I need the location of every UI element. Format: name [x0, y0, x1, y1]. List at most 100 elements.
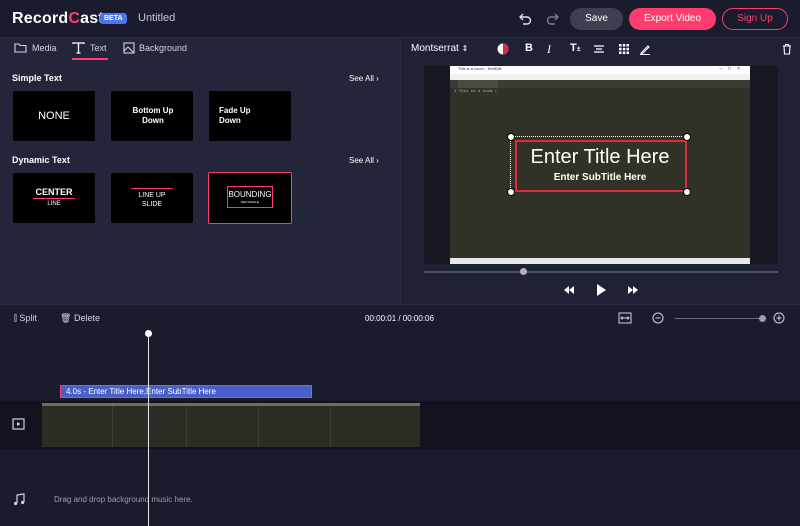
simple-text-see-all[interactable]: See All ›	[349, 74, 379, 83]
timeline-toolbar: ⫿ Split 🗑 Delete 00:00:01 / 00:00:06	[0, 305, 800, 331]
document-title[interactable]: Untitled	[138, 12, 175, 24]
redo-icon[interactable]	[545, 11, 561, 27]
simple-text-heading: Simple Text	[12, 73, 62, 83]
export-video-button[interactable]: Export Video	[629, 8, 716, 30]
text-style-card[interactable]: Fade Up Down	[209, 91, 291, 141]
italic-icon[interactable]: I	[547, 42, 559, 56]
see-all-label: See All	[349, 156, 374, 165]
text-style-card-selected[interactable]: BOUNDING RECTANGLE	[208, 172, 292, 224]
text-icon	[72, 42, 85, 54]
editor-tab-row	[450, 80, 750, 88]
card-sublabel: SLIDE	[141, 201, 163, 208]
zoom-slider[interactable]	[675, 318, 765, 319]
playback-progress-handle[interactable]	[520, 268, 527, 275]
split-button[interactable]: ⫿ Split	[14, 313, 37, 324]
clip-top-strip	[42, 403, 420, 406]
resize-handle[interactable]	[507, 188, 515, 196]
tab-text-label: Text	[90, 43, 107, 53]
play-icon[interactable]	[595, 283, 607, 297]
sort-arrows-icon: ⇕	[461, 44, 469, 53]
video-preview[interactable]: This is a coom - TextEdit –□× 1 This is …	[424, 66, 778, 264]
text-size-icon[interactable]: T±	[570, 42, 582, 54]
sign-up-button[interactable]: Sign Up	[722, 8, 788, 30]
resize-handle[interactable]	[507, 133, 515, 141]
resize-handle[interactable]	[683, 188, 691, 196]
grid-icon[interactable]	[618, 43, 630, 55]
tab-media[interactable]: Media	[14, 42, 64, 60]
timeline: ⫿ Split 🗑 Delete 00:00:01 / 00:00:06 4.0…	[0, 304, 800, 526]
card-label: Bottom Up Down	[132, 106, 174, 125]
chevron-right-icon: ›	[376, 156, 379, 165]
trash-icon: 🗑	[60, 313, 72, 323]
undo-icon[interactable]	[517, 11, 533, 27]
chevron-right-icon: ›	[376, 74, 379, 83]
card-label: BOUNDING	[228, 190, 272, 199]
card-line	[131, 188, 173, 189]
text-style-card[interactable]: Bottom Up Down	[111, 91, 193, 141]
resize-handle[interactable]	[683, 133, 691, 141]
logo-part-1: Record	[12, 10, 69, 27]
folder-icon	[14, 43, 27, 53]
editor-tab	[458, 80, 498, 88]
trash-icon[interactable]	[781, 43, 793, 55]
editor-text-line: 1 This is a coom |	[454, 90, 498, 94]
split-label: Split	[19, 313, 37, 323]
bold-icon[interactable]: B	[525, 42, 537, 54]
font-select[interactable]: Montserrat ⇕	[411, 43, 468, 54]
text-clip[interactable]: 4.0s - Enter Title Here,Enter SubTitle H…	[60, 385, 312, 398]
card-label: Fade Up Down	[219, 106, 251, 125]
fit-width-icon[interactable]	[618, 312, 632, 324]
pen-icon[interactable]	[639, 43, 651, 55]
clip-frame-divider	[186, 403, 187, 447]
text-panel: Media Text Background Simple Text See Al…	[0, 38, 400, 304]
playhead[interactable]	[148, 331, 149, 526]
beta-badge: BETA	[100, 13, 127, 24]
text-style-card[interactable]: CENTER LINE	[13, 173, 95, 223]
align-center-icon[interactable]	[593, 43, 605, 55]
clip-frame-divider	[112, 403, 113, 447]
zoom-slider-handle[interactable]	[759, 315, 766, 322]
playback-progress-bar[interactable]	[424, 271, 778, 273]
delete-label: Delete	[73, 313, 100, 323]
delete-button[interactable]: 🗑 Delete	[60, 313, 100, 324]
panel-tabs: Media Text Background	[0, 38, 400, 60]
clip-frame-divider	[258, 403, 259, 447]
see-all-label: See All	[349, 74, 374, 83]
logo-part-2: C	[68, 10, 81, 27]
split-icon: ⫿	[14, 313, 17, 323]
clip-frame-divider	[330, 403, 331, 447]
playhead-handle[interactable]	[145, 330, 152, 337]
card-sublabel: RECTANGLE	[240, 200, 260, 204]
fast-forward-icon[interactable]	[627, 284, 639, 296]
rewind-icon[interactable]	[563, 284, 575, 296]
card-sublabel: LINE	[47, 201, 61, 207]
card-label: CENTER	[35, 187, 73, 197]
dynamic-text-see-all[interactable]: See All ›	[349, 156, 379, 165]
subtitle-overlay-text[interactable]: Enter SubTitle Here	[519, 172, 681, 183]
font-name: Montserrat	[411, 43, 459, 54]
music-note-icon	[14, 493, 25, 506]
tab-background-label: Background	[139, 43, 188, 53]
zoom-out-icon[interactable]	[652, 312, 664, 324]
card-label: LINE UP	[138, 192, 166, 199]
video-clip[interactable]	[42, 403, 420, 447]
editor-status-bar	[450, 258, 750, 264]
zoom-in-icon[interactable]	[773, 312, 785, 324]
tab-media-label: Media	[32, 43, 57, 53]
tab-background[interactable]: Background	[123, 42, 193, 60]
music-track-placeholder[interactable]: Drag and drop background music here.	[54, 495, 193, 504]
editor-window-title: This is a coom - TextEdit	[458, 66, 502, 71]
top-bar: RecordCast BETA Untitled Save Export Vid…	[0, 0, 800, 38]
text-toolbar: Montserrat ⇕ B I T±	[401, 38, 800, 60]
video-track-icon	[12, 418, 25, 430]
preview-panel: Montserrat ⇕ B I T± This is a coom - Tex…	[400, 38, 800, 304]
app-logo[interactable]: RecordCast	[12, 10, 104, 28]
dynamic-text-heading: Dynamic Text	[12, 155, 70, 165]
title-overlay-text[interactable]: Enter Title Here	[519, 146, 681, 169]
save-button[interactable]: Save	[570, 8, 623, 30]
background-icon	[123, 42, 135, 54]
text-style-card[interactable]: NONE	[13, 91, 95, 141]
text-style-card[interactable]: LINE UP SLIDE	[111, 173, 193, 223]
color-picker-icon[interactable]	[497, 43, 509, 55]
tab-text[interactable]: Text	[72, 42, 108, 60]
